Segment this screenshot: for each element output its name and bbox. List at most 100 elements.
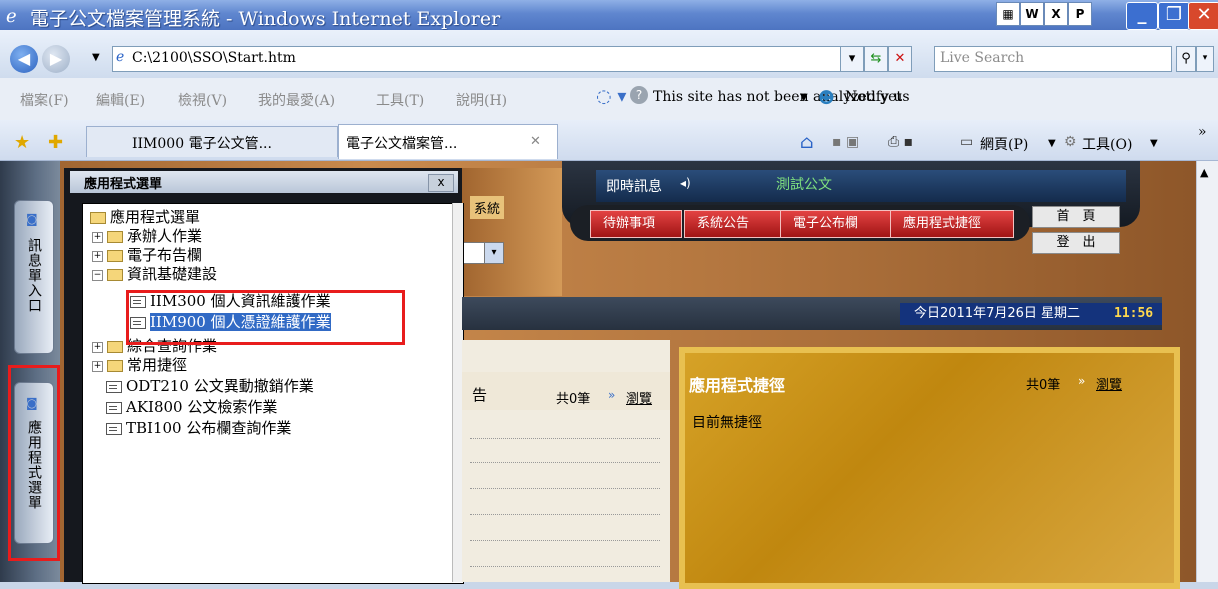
home-button[interactable]: 首 頁 xyxy=(1032,206,1120,228)
tree-node-infra[interactable]: − 資訊基礎建設 xyxy=(92,265,217,283)
highlight-box-tree xyxy=(126,290,405,345)
announcement-row-divider xyxy=(470,514,660,515)
close-button[interactable]: ✕ xyxy=(1188,2,1218,30)
tools-menu-dropdown-icon[interactable]: ▼ xyxy=(1150,138,1158,149)
favorites-star-icon[interactable]: ★ xyxy=(14,132,30,153)
announcement-browse-link[interactable]: 瀏覽 xyxy=(626,388,652,407)
help-circle-icon: ? xyxy=(630,86,648,104)
scroll-up-icon[interactable]: ▲ xyxy=(1200,166,1208,179)
word-icon[interactable]: W xyxy=(1020,2,1044,26)
minimize-button[interactable]: _ xyxy=(1126,2,1158,30)
page-menu-icon: ▭ xyxy=(960,134,974,150)
window-title: 電子公文檔案管理系統 - Windows Internet Explorer xyxy=(30,8,501,30)
tab-active-label: 電子公文檔案管... xyxy=(346,136,458,152)
speaker-icon: ◂) xyxy=(680,176,691,190)
tab-close-icon[interactable]: ✕ xyxy=(530,134,541,149)
chevron-more-icon[interactable]: » xyxy=(1198,124,1207,140)
menu-edit[interactable]: 編輯(E) xyxy=(96,90,145,110)
tree-node-bulletin[interactable]: + 電子布告欄 xyxy=(92,246,202,264)
back-button[interactable]: ◀ xyxy=(10,45,38,73)
tree-node-label: 承辦人作業 xyxy=(127,227,203,245)
site-status-dropdown-icon[interactable]: ▼ xyxy=(800,92,808,103)
root-icon xyxy=(90,212,106,224)
page-scrollbar[interactable] xyxy=(1196,161,1218,582)
combo-box[interactable] xyxy=(462,242,486,264)
expand-plus-icon[interactable]: + xyxy=(92,360,103,372)
folder-icon xyxy=(107,231,123,243)
menu-help[interactable]: 說明(H) xyxy=(456,90,507,110)
collapse-minus-icon[interactable]: − xyxy=(92,269,103,281)
excel-icon[interactable]: X xyxy=(1044,2,1068,26)
tree-root-label: 應用程式選單 xyxy=(110,208,201,226)
search-options-icon[interactable]: ▾ xyxy=(1196,46,1214,72)
search-placeholder: Live Search xyxy=(940,50,1025,66)
announcement-row-divider xyxy=(470,540,660,541)
todo-button[interactable]: 待辦事項 xyxy=(590,210,682,238)
address-dropdown-icon[interactable]: ▾ xyxy=(840,46,864,72)
announcement-row-divider xyxy=(470,438,660,439)
announcement-row-divider xyxy=(470,462,660,463)
tree-node-handler[interactable]: + 承辦人作業 xyxy=(92,227,202,245)
forward-button[interactable]: ▶ xyxy=(42,45,70,73)
stop-icon[interactable]: ✕ xyxy=(888,46,912,72)
system-logo-panel xyxy=(462,168,562,296)
tools-menu[interactable]: 工具(O) xyxy=(1082,134,1132,154)
add-favorites-icon[interactable]: ✚ xyxy=(48,132,63,153)
expand-plus-icon[interactable]: + xyxy=(92,341,103,353)
expand-plus-icon[interactable]: + xyxy=(92,231,103,243)
print-icon[interactable]: ⎙ ▪ xyxy=(888,134,913,150)
tree-leaf-odt210[interactable]: ODT210 公文異動撤銷作業 xyxy=(106,377,314,395)
tree-leaf-tbi100[interactable]: TBI100 公布欄查詢作業 xyxy=(106,419,291,437)
home-icon[interactable]: ⌂ xyxy=(800,132,814,153)
signal-icon[interactable]: ◌ ▾ xyxy=(596,86,626,107)
folder-icon xyxy=(107,341,123,353)
recent-pages-dropdown-icon[interactable]: ▼ xyxy=(92,52,100,63)
notify-link[interactable]: Notify us xyxy=(845,89,910,105)
announcement-row-divider xyxy=(470,566,660,567)
powerpoint-icon[interactable]: P xyxy=(1068,2,1092,26)
feeds-icon[interactable]: ▪ ▣ xyxy=(832,134,859,150)
people-icon: ☻ xyxy=(818,88,835,107)
tree-node-label: 電子布告欄 xyxy=(127,246,203,264)
page-icon: ℯ xyxy=(116,49,125,65)
page-menu[interactable]: 網頁(P) xyxy=(980,134,1028,154)
maximize-button[interactable]: ❐ xyxy=(1158,2,1190,30)
tree-root[interactable]: 應用程式選單 xyxy=(90,208,200,226)
menu-tools[interactable]: 工具(T) xyxy=(376,90,424,110)
tree-node-label: 常用捷徑 xyxy=(127,356,188,374)
tab-iim000-label: IIM000 電子公文管... xyxy=(132,136,272,152)
refresh-icon[interactable]: ⇆ xyxy=(864,46,888,72)
app-menu-close-button[interactable]: x xyxy=(428,174,454,192)
announcement-title: 告 xyxy=(472,386,488,404)
news-ticker xyxy=(596,170,1126,202)
announcement-button[interactable]: 系統公告 xyxy=(684,210,782,238)
tree-leaf-label: AKI800 公文檢索作業 xyxy=(126,398,278,416)
menu-favorites[interactable]: 我的最愛(A) xyxy=(258,90,335,110)
menu-file[interactable]: 檔案(F) xyxy=(20,90,69,110)
logout-button[interactable]: 登 出 xyxy=(1032,232,1120,254)
announcement-count: 共0筆 xyxy=(556,392,591,407)
system-logo-text: 系統 xyxy=(470,196,505,219)
tree-leaf-aki800[interactable]: AKI800 公文檢索作業 xyxy=(106,398,277,416)
tree-leaf-label: ODT210 公文異動撤銷作業 xyxy=(126,377,314,395)
shortcut-empty-message: 目前無捷徑 xyxy=(692,415,762,431)
app-icon-1[interactable]: ▦ xyxy=(996,2,1020,26)
combo-dropdown-icon[interactable]: ▾ xyxy=(484,242,504,264)
page-menu-dropdown-icon[interactable]: ▼ xyxy=(1048,138,1056,149)
dock-message-icon: ◙ xyxy=(26,212,38,226)
shortcut-browse-link[interactable]: 瀏覽 xyxy=(1096,374,1122,393)
app-shortcut-button[interactable]: 應用程式捷徑 xyxy=(890,210,1014,238)
highlight-box-dock xyxy=(8,365,60,561)
tools-gear-icon: ⚙ xyxy=(1064,134,1077,150)
form-icon xyxy=(106,381,122,393)
date-text: 今日2011年7月26日 星期二 xyxy=(914,306,1081,321)
tree-node-shortcuts[interactable]: + 常用捷徑 xyxy=(92,356,187,374)
expand-plus-icon[interactable]: + xyxy=(92,250,103,262)
menu-view[interactable]: 檢視(V) xyxy=(178,90,227,110)
news-text[interactable]: 測試公文 xyxy=(776,174,832,194)
date-display: 今日2011年7月26日 星期二 11:56 xyxy=(900,303,1162,325)
shortcut-count: 共0筆 xyxy=(1026,378,1061,393)
bulletin-board-button[interactable]: 電子公布欄 xyxy=(780,210,892,238)
app-menu-title: 應用程式選單 xyxy=(84,177,163,192)
search-icon[interactable]: ⚲ xyxy=(1176,46,1196,72)
